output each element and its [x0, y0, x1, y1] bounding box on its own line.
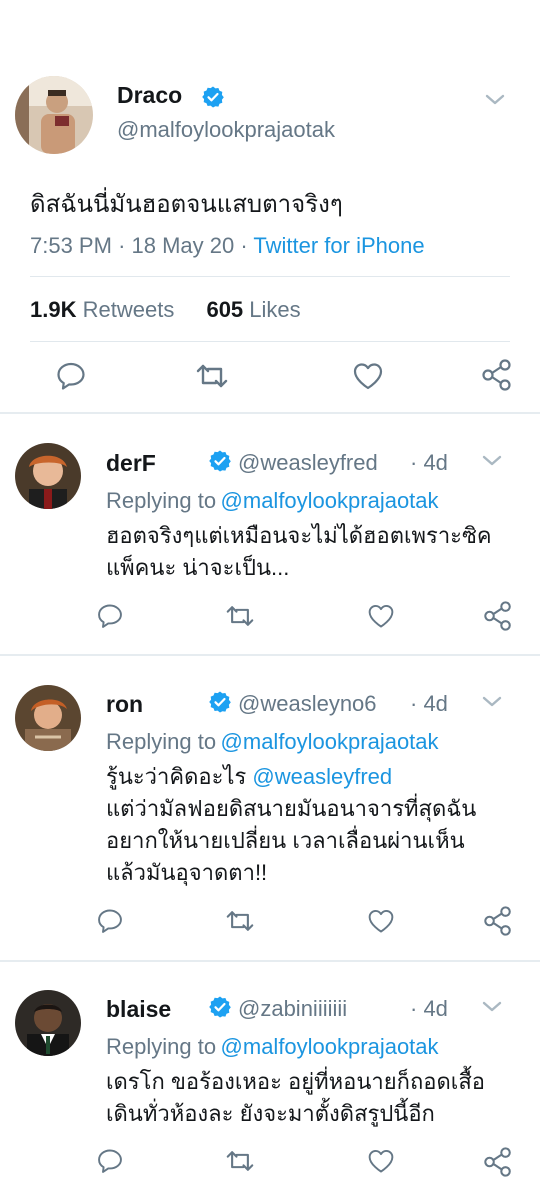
- reply-icon[interactable]: [96, 1147, 124, 1175]
- heart-icon[interactable]: [352, 360, 384, 392]
- share-icon[interactable]: [482, 1146, 514, 1178]
- chevron-down-icon[interactable]: [484, 93, 506, 107]
- divider: [30, 276, 510, 277]
- reply-text-line: แต่ว่ามัลฟอยดิสนายมันอนาจารที่สุดฉัน: [106, 796, 477, 821]
- tweet-stats: 1.9K Retweets 605 Likes: [30, 297, 301, 323]
- tweet-source-link[interactable]: Twitter for iPhone: [253, 233, 424, 258]
- likes-label: Likes: [249, 297, 301, 322]
- chevron-down-icon[interactable]: [481, 1000, 503, 1014]
- section-divider: [0, 412, 540, 414]
- replying-to: Replying to @malfoylookprajaotak: [106, 488, 439, 514]
- retweet-icon[interactable]: [225, 602, 255, 630]
- tweet-date: · 18 May 20 ·: [118, 233, 248, 258]
- reply-icon[interactable]: [96, 602, 124, 630]
- user-handle[interactable]: @malfoylookprajaotak: [117, 117, 335, 143]
- replying-to-mention[interactable]: @malfoylookprajaotak: [221, 729, 439, 754]
- tweet-text: ดิสฉันนี่มันฮอตจนแสบตาจริงๆ: [30, 191, 343, 218]
- retweets-count: 1.9K: [30, 297, 77, 322]
- replying-to-label: Replying to: [106, 488, 217, 513]
- replying-to-label: Replying to: [106, 729, 217, 754]
- verified-badge-icon: [209, 996, 231, 1018]
- tweet-age: · 4d: [410, 691, 448, 716]
- likes-count: 605: [206, 297, 244, 322]
- likes-stat[interactable]: 605 Likes: [206, 297, 300, 322]
- section-divider: [0, 960, 540, 962]
- share-icon[interactable]: [480, 358, 514, 392]
- replying-to-label: Replying to: [106, 1034, 217, 1059]
- reply-text-line: แล้วมันอุจาดตา!!: [106, 860, 268, 885]
- heart-icon[interactable]: [367, 602, 395, 630]
- tweet-meta: 7:53 PM · 18 May 20 · Twitter for iPhone: [30, 233, 425, 259]
- chevron-down-icon[interactable]: [481, 695, 503, 709]
- replying-to: Replying to @malfoylookprajaotak: [106, 729, 439, 755]
- verified-badge-icon: [202, 86, 224, 108]
- share-icon[interactable]: [482, 600, 514, 632]
- replying-to-mention[interactable]: @malfoylookprajaotak: [221, 1034, 439, 1059]
- replying-to: Replying to @malfoylookprajaotak: [106, 1034, 439, 1060]
- heart-icon[interactable]: [367, 907, 395, 935]
- display-name[interactable]: derF: [106, 450, 156, 477]
- retweet-icon[interactable]: [195, 360, 229, 392]
- display-name[interactable]: ron: [106, 691, 143, 718]
- reply-text-line: ฮอตจริงๆแต่เหมือนจะไม่ได้ฮอตเพราะซิค: [106, 523, 492, 548]
- reply-text-line: รู้นะว่าคิดอะไร @weasleyfred: [106, 761, 476, 793]
- verified-badge-icon: [209, 450, 231, 472]
- avatar[interactable]: [15, 443, 81, 509]
- retweets-stat[interactable]: 1.9K Retweets: [30, 297, 180, 322]
- reply-text-line: อยากให้นายเปลี่ยน เวลาเลื่อนผ่านเห็น: [106, 828, 465, 853]
- reply-text-prefix: รู้นะว่าคิดอะไร: [106, 764, 247, 789]
- reply-text: รู้นะว่าคิดอะไร @weasleyfred แต่ว่ามัลฟอ…: [106, 761, 476, 889]
- reply-text-line: เดรโก ขอร้องเหอะ อยู่ที่หอนายก็ถอดเสื้อ: [106, 1069, 485, 1094]
- tweet-age: · 4d: [410, 996, 448, 1021]
- tweet-age: · 4d: [410, 450, 448, 475]
- retweet-icon[interactable]: [225, 907, 255, 935]
- reply-icon[interactable]: [55, 360, 87, 392]
- reply-icon[interactable]: [96, 907, 124, 935]
- chevron-down-icon[interactable]: [481, 454, 503, 468]
- section-divider: [0, 654, 540, 656]
- avatar[interactable]: [15, 685, 81, 751]
- tweet-time: 7:53 PM: [30, 233, 112, 258]
- reply-text-mention[interactable]: @weasleyfred: [252, 764, 392, 789]
- retweets-label: Retweets: [82, 297, 175, 322]
- heart-icon[interactable]: [367, 1147, 395, 1175]
- display-name[interactable]: Draco: [117, 82, 182, 109]
- replying-to-mention[interactable]: @malfoylookprajaotak: [221, 488, 439, 513]
- reply-text-line: แพ็คนะ น่าจะเป็น...: [106, 555, 290, 580]
- reply-text: เดรโก ขอร้องเหอะ อยู่ที่หอนายก็ถอดเสื้อ …: [106, 1066, 485, 1130]
- avatar[interactable]: [15, 990, 81, 1056]
- verified-badge-icon: [209, 691, 231, 713]
- reply-text: ฮอตจริงๆแต่เหมือนจะไม่ได้ฮอตเพราะซิค แพ็…: [106, 520, 492, 584]
- avatar[interactable]: [15, 76, 93, 154]
- display-name[interactable]: blaise: [106, 996, 171, 1023]
- divider: [30, 341, 510, 342]
- retweet-icon[interactable]: [225, 1147, 255, 1175]
- user-handle[interactable]: @zabiniiiiiii: [238, 996, 347, 1022]
- reply-text-line: เดินทั่วห้องละ ยังจะมาตั้งดิสรูปนี้อีก: [106, 1101, 435, 1126]
- share-icon[interactable]: [482, 905, 514, 937]
- user-handle[interactable]: @weasleyfred: [238, 450, 378, 476]
- user-handle[interactable]: @weasleyno6: [238, 691, 377, 717]
